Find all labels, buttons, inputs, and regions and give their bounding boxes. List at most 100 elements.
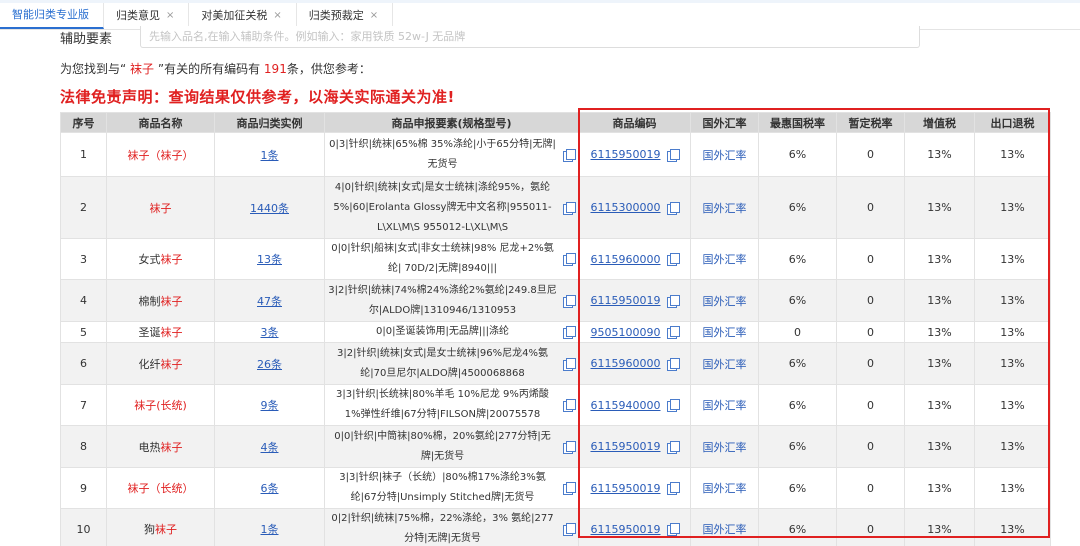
tab-0[interactable]: 智能归类专业版 [0, 1, 104, 29]
copy-icon[interactable] [563, 253, 576, 266]
example-cell: 6条 [214, 467, 325, 509]
fx-rate-link[interactable]: 国外汇率 [703, 149, 747, 162]
example-link[interactable]: 13条 [257, 253, 282, 266]
example-link[interactable]: 1条 [261, 523, 279, 536]
provisional-rate: 0 [836, 279, 905, 322]
hs-code-link[interactable]: 6115950019 [591, 148, 661, 161]
tab-label: 归类预裁定 [308, 9, 364, 22]
copy-icon[interactable] [666, 482, 680, 495]
hs-code-link[interactable]: 9505100090 [591, 326, 661, 339]
table-row: 4 棉制袜子 47条 3|2|针织|统袜|74%棉24%涤纶2%氨纶|249.8旦尼尔… [60, 279, 1051, 322]
fx-rate-link[interactable]: 国外汇率 [703, 399, 747, 412]
tab-label: 对美加征关税 [201, 9, 268, 22]
aux-input[interactable] [140, 26, 920, 48]
provisional-rate: 0 [836, 176, 905, 239]
spec-text: 0|0|针织|中筒袜|80%棉，20%氨纶|277分特|无牌|无货号 [334, 430, 551, 462]
product-name: 圣诞袜子 [106, 321, 215, 343]
product-name-prefix: 棉制 [138, 294, 161, 308]
product-name: 电热袜子 [106, 425, 215, 468]
example-link[interactable]: 26条 [257, 358, 282, 371]
fx-rate-link[interactable]: 国外汇率 [703, 202, 747, 215]
example-link[interactable]: 6条 [261, 482, 279, 495]
spec-text: 0|0|圣诞装饰用|无品牌|||涤纶 [376, 326, 509, 337]
spec-text: 3|3|针织|长统袜|80%羊毛 10%尼龙 9%丙烯酸 1%弹性纤维|67分特… [336, 389, 549, 420]
copy-icon[interactable] [563, 440, 576, 454]
column-header: 商品归类实例 [214, 112, 325, 133]
hs-code-link[interactable]: 6115940000 [591, 399, 661, 412]
hs-code-link[interactable]: 6115300000 [591, 201, 661, 214]
fx-rate-link[interactable]: 国外汇率 [703, 482, 747, 495]
code-cell: 6115960000 [578, 342, 691, 385]
example-link[interactable]: 1440条 [250, 202, 289, 215]
copy-icon[interactable] [666, 440, 680, 454]
mfn-rate: 6% [758, 176, 837, 239]
code-cell: 6115950019 [578, 508, 691, 546]
mfn-rate: 6% [758, 342, 837, 385]
example-link[interactable]: 1条 [261, 149, 279, 162]
product-name-keyword: 袜子 [160, 357, 183, 371]
example-link[interactable]: 3条 [261, 326, 279, 339]
fx-rate-link[interactable]: 国外汇率 [703, 441, 747, 454]
example-cell: 3条 [214, 321, 325, 343]
fx-rate-link[interactable]: 国外汇率 [703, 523, 747, 536]
fx-rate-cell: 国外汇率 [690, 384, 759, 426]
vat-rate: 13% [904, 279, 975, 322]
hs-code-link[interactable]: 6115950019 [591, 294, 661, 307]
provisional-rate: 0 [836, 508, 905, 546]
copy-icon[interactable] [666, 253, 680, 266]
copy-icon[interactable] [563, 523, 576, 536]
copy-icon[interactable] [563, 357, 576, 371]
row-number: 4 [60, 279, 107, 322]
table-row: 1 袜子（袜子） 1条 0|3|针织|统袜|65%棉 35%涤纶|小于65分特|无牌|… [60, 132, 1051, 177]
fx-rate-link[interactable]: 国外汇率 [703, 253, 747, 266]
product-name-prefix: 圣诞 [138, 326, 161, 339]
product-name: 狗袜子 [106, 508, 215, 546]
code-cell: 9505100090 [578, 321, 691, 343]
spec-cell: 3|3|针织|长统袜|80%羊毛 10%尼龙 9%丙烯酸 1%弹性纤维|67分特… [324, 384, 579, 426]
spec-text: 0|0|针织|船袜|女式|非女士统袜|98% 尼龙+2%氨纶| 70D/2|无牌… [331, 243, 554, 274]
product-name-prefix: 化纤 [138, 357, 161, 371]
tab-1[interactable]: 归类意见 × [104, 1, 190, 29]
vat-rate: 13% [904, 508, 975, 546]
copy-icon[interactable] [666, 357, 680, 371]
product-name: 女式袜子 [106, 238, 215, 280]
copy-icon[interactable] [666, 326, 680, 339]
hs-code-link[interactable]: 6115960000 [591, 253, 661, 266]
fx-rate-link[interactable]: 国外汇率 [703, 358, 747, 371]
result-count: 191 [263, 62, 287, 76]
fx-rate-link[interactable]: 国外汇率 [703, 295, 747, 308]
copy-icon[interactable] [563, 201, 576, 215]
copy-icon[interactable] [563, 148, 576, 162]
row-number: 7 [60, 384, 107, 426]
spec-text: 0|2|针织|统袜|75%棉，22%涤纶，3% 氨纶|277分特|无牌|无货号 [331, 513, 554, 544]
export-refund: 13% [974, 176, 1051, 239]
hs-code-link[interactable]: 6115950019 [591, 440, 661, 453]
copy-icon[interactable] [563, 399, 576, 412]
product-name: 袜子（袜子） [106, 132, 215, 177]
copy-icon[interactable] [563, 294, 576, 308]
hs-code-link[interactable]: 6115960000 [591, 357, 661, 370]
close-icon[interactable]: × [273, 10, 281, 21]
aux-row: 辅助要素 [60, 26, 920, 48]
copy-icon[interactable] [666, 201, 680, 215]
close-icon[interactable]: × [166, 10, 174, 21]
copy-icon[interactable] [666, 294, 680, 308]
example-link[interactable]: 9条 [261, 399, 279, 412]
hs-code-link[interactable]: 6115950019 [591, 482, 661, 495]
fx-rate-link[interactable]: 国外汇率 [703, 326, 747, 339]
example-link[interactable]: 4条 [261, 441, 279, 454]
tab-2[interactable]: 对美加征关税 × [189, 1, 297, 29]
copy-icon[interactable] [666, 148, 680, 162]
example-cell: 13条 [214, 238, 325, 280]
copy-icon[interactable] [666, 399, 680, 412]
tab-3[interactable]: 归类预裁定 × [297, 1, 394, 29]
example-link[interactable]: 47条 [257, 295, 282, 308]
spec-cell: 3|3|针织|袜子（长统）|80%棉17%涤纶3%氨纶|67分特|Unsimpl… [324, 467, 579, 509]
close-icon[interactable]: × [370, 10, 378, 21]
copy-icon[interactable] [563, 482, 576, 495]
provisional-rate: 0 [836, 425, 905, 468]
copy-icon[interactable] [666, 523, 680, 536]
hs-code-link[interactable]: 6115950019 [591, 523, 661, 536]
copy-icon[interactable] [563, 326, 576, 339]
export-refund: 13% [974, 321, 1051, 343]
